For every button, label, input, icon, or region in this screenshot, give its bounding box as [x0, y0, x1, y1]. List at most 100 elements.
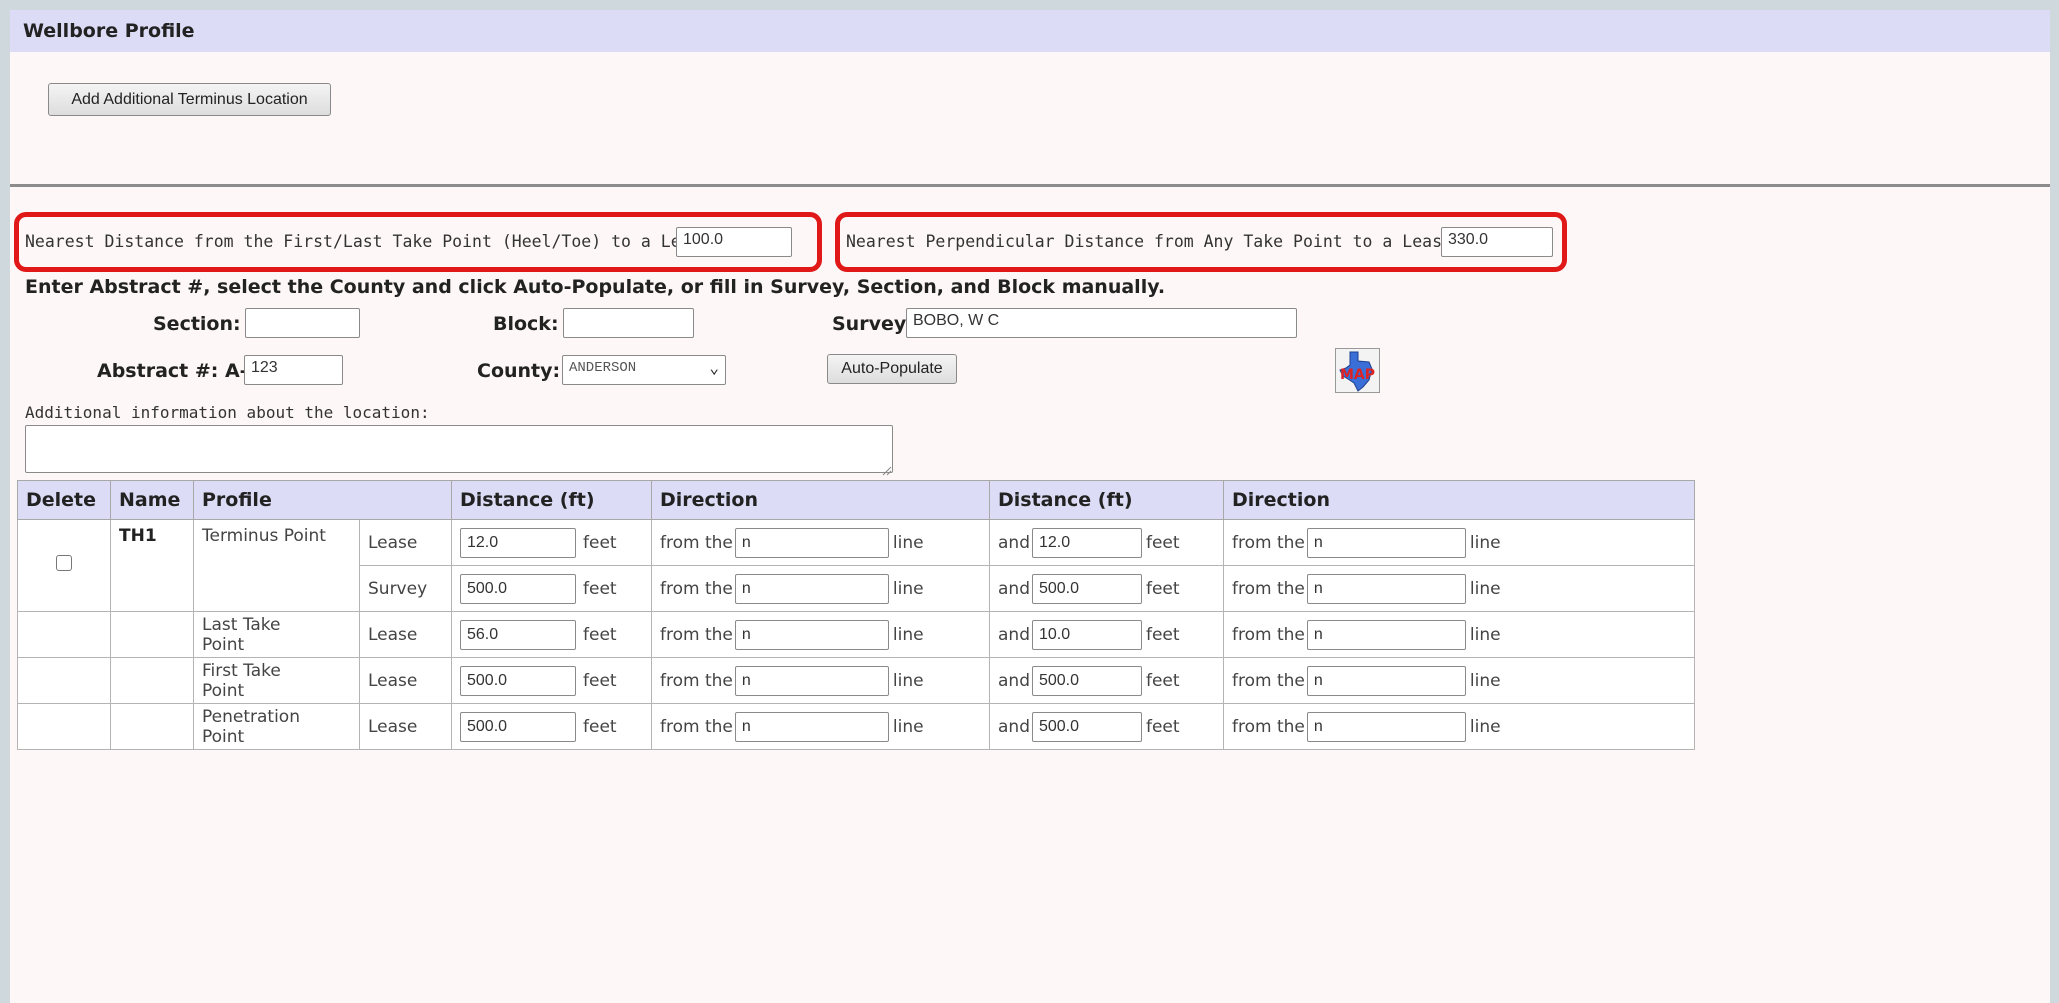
from-the-label: from the [660, 670, 733, 691]
from-the-label: from the [1232, 532, 1305, 553]
feet-unit: feet [1145, 578, 1180, 599]
delete-cell [17, 519, 111, 612]
block-label: Block: [493, 313, 559, 335]
from-the-label: from the [660, 578, 733, 599]
distance-1-input[interactable]: 56.0 [460, 619, 576, 650]
distance-2-input[interactable]: 500.0 [1031, 665, 1142, 696]
distance-1-input[interactable]: 500.0 [460, 573, 576, 604]
chevron-down-icon: ⌄ [709, 360, 719, 378]
distance-2-input[interactable]: 500.0 [1031, 711, 1142, 742]
direction-1-input[interactable]: n [734, 619, 889, 650]
name-cell [110, 703, 194, 750]
distance-2-input[interactable]: 12.0 [1031, 527, 1142, 558]
from-the-label: from the [1232, 624, 1305, 645]
abstract-input[interactable]: 123 [244, 355, 343, 385]
distance-1-input[interactable]: 500.0 [460, 711, 576, 742]
table-header-row: Delete Name Profile Distance (ft) Direct… [17, 480, 1695, 520]
type-cell: Lease [359, 657, 452, 704]
distance-2-cell: and 12.0 feet [989, 519, 1224, 566]
delete-checkbox[interactable] [56, 555, 72, 571]
distance-1-cell: 56.0 feet [451, 611, 652, 658]
additional-info-textarea[interactable] [25, 425, 893, 473]
line-label: line [892, 578, 924, 599]
feet-unit: feet [583, 578, 617, 599]
texas-map-icon[interactable]: MAP [1335, 348, 1380, 393]
profile-cell: First Take Point [193, 657, 360, 704]
feet-unit: feet [583, 532, 617, 553]
additional-info-label: Additional information about the locatio… [25, 403, 430, 422]
terminus-table: Delete Name Profile Distance (ft) Direct… [17, 480, 1695, 750]
line-label: line [1469, 578, 1501, 599]
feet-unit: feet [1145, 716, 1180, 737]
map-icon-text: MAP [1340, 367, 1375, 383]
survey-input[interactable]: BOBO, W C [906, 308, 1297, 338]
and-label: and [998, 578, 1030, 599]
table-row: First Take Point Lease 500.0 feet from th… [17, 657, 1695, 704]
line-label: line [1469, 624, 1501, 645]
county-select[interactable]: ANDERSON ⌄ [562, 355, 726, 385]
and-label: and [998, 532, 1030, 553]
direction-2-input[interactable]: n [1306, 665, 1466, 696]
from-the-label: from the [1232, 716, 1305, 737]
type-cell: Lease [359, 611, 452, 658]
direction-1-input[interactable]: n [734, 527, 889, 558]
survey-label: Survey: [832, 313, 914, 335]
from-the-label: from the [660, 624, 733, 645]
header-direction-1: Direction [651, 480, 990, 520]
delete-cell [17, 657, 111, 704]
section-input[interactable] [245, 308, 360, 338]
direction-2-cell: from the n line [1223, 565, 1695, 612]
direction-1-cell: from the n line [651, 519, 990, 566]
direction-2-input[interactable]: n [1306, 711, 1466, 742]
profile-cell: Last Take Point [193, 611, 360, 658]
distance-2-input[interactable]: 10.0 [1031, 619, 1142, 650]
block-input[interactable] [563, 308, 694, 338]
nearest-first-last-input[interactable]: 100.0 [676, 227, 792, 257]
type-cell: Survey [359, 565, 452, 612]
nearest-perpendicular-input[interactable]: 330.0 [1441, 227, 1553, 257]
direction-1-input[interactable]: n [734, 573, 889, 604]
divider [10, 184, 2050, 187]
header-delete: Delete [17, 480, 111, 520]
feet-unit: feet [1145, 624, 1180, 645]
line-label: line [1469, 716, 1501, 737]
direction-1-cell: from the n line [651, 611, 990, 658]
distance-1-cell: 500.0 feet [451, 565, 652, 612]
feet-unit: feet [1145, 532, 1180, 553]
direction-2-cell: from the n line [1223, 657, 1695, 704]
from-the-label: from the [1232, 670, 1305, 691]
distance-1-input[interactable]: 12.0 [460, 527, 576, 558]
type-cell: Lease [359, 703, 452, 750]
feet-unit: feet [583, 624, 617, 645]
distance-1-cell: 500.0 feet [451, 657, 652, 704]
delete-cell [17, 611, 111, 658]
auto-populate-button[interactable]: Auto-Populate [827, 354, 957, 384]
from-the-label: from the [1232, 578, 1305, 599]
from-the-label: from the [660, 716, 733, 737]
direction-1-cell: from the n line [651, 565, 990, 612]
type-cell: Lease [359, 519, 452, 566]
direction-2-cell: from the n line [1223, 519, 1695, 566]
header-distance-2: Distance (ft) [989, 480, 1224, 520]
distance-1-input[interactable]: 500.0 [460, 665, 576, 696]
name-cell: TH1 [110, 519, 194, 612]
distance-2-input[interactable]: 500.0 [1031, 573, 1142, 604]
direction-2-input[interactable]: n [1306, 527, 1466, 558]
direction-2-input[interactable]: n [1306, 573, 1466, 604]
add-terminus-location-button[interactable]: Add Additional Terminus Location [48, 83, 331, 116]
direction-1-input[interactable]: n [734, 665, 889, 696]
profile-cell: Penetration Point [193, 703, 360, 750]
distance-2-cell: and 500.0 feet [989, 565, 1224, 612]
distance-2-cell: and 500.0 feet [989, 657, 1224, 704]
direction-2-input[interactable]: n [1306, 619, 1466, 650]
distance-1-cell: 12.0 feet [451, 519, 652, 566]
and-label: and [998, 670, 1030, 691]
resize-handle-icon[interactable] [882, 461, 892, 476]
line-label: line [892, 532, 924, 553]
direction-1-input[interactable]: n [734, 711, 889, 742]
and-label: and [998, 624, 1030, 645]
and-label: and [998, 716, 1030, 737]
table-row: Last Take Point Lease 56.0 feet from the n… [17, 611, 1695, 658]
wellbore-profile-panel: Wellbore Profile Add Additional Terminus… [10, 10, 2050, 1003]
feet-unit: feet [583, 716, 617, 737]
